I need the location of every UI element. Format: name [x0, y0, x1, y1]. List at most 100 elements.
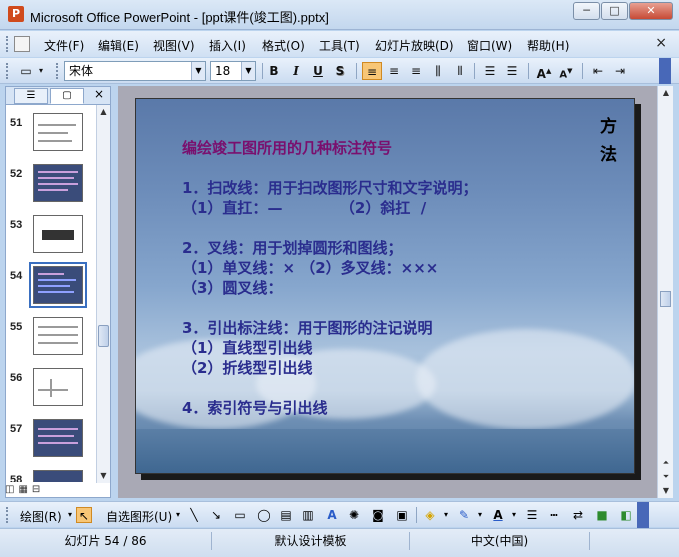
- maximize-button[interactable]: □: [601, 2, 628, 20]
- scroll-up-icon[interactable]: ▲: [97, 105, 110, 119]
- new-document-icon[interactable]: ▭: [16, 62, 36, 80]
- numbered-list-icon[interactable]: ☰: [480, 62, 500, 80]
- close-button[interactable]: ✕: [629, 2, 673, 20]
- slide-text-line[interactable]: （1）单叉线：× （2）多叉线：×××: [182, 257, 438, 278]
- line-color-icon[interactable]: ✎: [456, 507, 472, 523]
- autoshapes-menu-button[interactable]: 自选图形(U): [106, 508, 172, 525]
- font-name-select[interactable]: 宋体 ▼: [64, 61, 206, 81]
- scroll-down-icon[interactable]: ▼: [659, 484, 673, 498]
- slide-thumbnail-52[interactable]: 52: [6, 164, 96, 210]
- dash-style-icon[interactable]: ┅: [546, 507, 562, 523]
- slide-thumbnail-58[interactable]: 58: [6, 470, 96, 482]
- document-icon[interactable]: [14, 36, 30, 52]
- scroll-up-icon[interactable]: ▲: [659, 86, 673, 100]
- arrow-tool-icon[interactable]: ↘: [208, 507, 224, 523]
- current-slide[interactable]: 方 法 编绘竣工图所用的几种标注符号 1．扫改线：用于扫改图形尺寸和文字说明； …: [135, 98, 635, 474]
- slide-text-line[interactable]: 2．叉线：用于划掉圆形和图线；: [182, 237, 402, 258]
- shadow-style-icon[interactable]: ■: [594, 507, 610, 523]
- decrease-font-icon[interactable]: A▼: [556, 62, 576, 80]
- underline-button[interactable]: U: [308, 62, 328, 80]
- bulleted-list-icon[interactable]: ☰: [502, 62, 522, 80]
- menu-tools[interactable]: 工具(T): [319, 37, 360, 54]
- shadow-button[interactable]: S: [330, 62, 350, 80]
- slide-text-line[interactable]: （3）圆叉线：: [182, 277, 282, 298]
- chevron-down-icon[interactable]: ▾: [438, 507, 454, 523]
- slide-text-line[interactable]: （1）直线型引出线: [182, 337, 312, 358]
- font-color-icon[interactable]: A: [490, 507, 506, 523]
- chevron-down-icon[interactable]: ▾: [170, 507, 186, 523]
- slide-text-line[interactable]: 4．索引符号与引出线: [182, 397, 327, 418]
- slide-text-line[interactable]: （1）直扛：— （2）斜扛 /: [182, 197, 426, 218]
- bold-button[interactable]: B: [264, 62, 284, 80]
- powerpoint-app-icon[interactable]: P: [8, 6, 24, 22]
- pane-scroll-thumb[interactable]: [98, 325, 109, 347]
- italic-button[interactable]: I: [286, 62, 306, 80]
- chevron-down-icon[interactable]: ▼: [191, 62, 205, 80]
- align-right-icon[interactable]: ≡: [406, 62, 426, 80]
- toolbar-grip-2[interactable]: [56, 63, 59, 79]
- line-tool-icon[interactable]: ╲: [186, 507, 202, 523]
- menu-insert[interactable]: 插入(I): [209, 37, 246, 54]
- arrow-style-icon[interactable]: ⇄: [570, 507, 586, 523]
- slide-thumbnail-55[interactable]: 55: [6, 317, 96, 363]
- pane-close-button[interactable]: ×: [94, 87, 104, 101]
- slide-text-line[interactable]: 3．引出标注线：用于图形的注记说明: [182, 317, 432, 338]
- align-center-icon[interactable]: ≡: [384, 62, 404, 80]
- slide-sorter-view-icon[interactable]: ▦: [18, 484, 27, 498]
- insert-picture-icon[interactable]: ▣: [394, 507, 410, 523]
- chevron-down-icon[interactable]: ▾: [472, 507, 488, 523]
- vertical-textbox-icon[interactable]: ▥: [300, 507, 316, 523]
- distributed-align-icon[interactable]: ⫼: [428, 62, 448, 80]
- toolbar-overflow-button[interactable]: [659, 58, 671, 84]
- chevron-down-icon[interactable]: ▾: [506, 507, 522, 523]
- align-left-icon[interactable]: ≡: [362, 62, 382, 80]
- line-style-icon[interactable]: ☰: [524, 507, 540, 523]
- slide-thumbnail-53[interactable]: 53: [6, 215, 96, 261]
- slideshow-view-icon[interactable]: ⊟: [32, 484, 40, 498]
- increase-indent-icon[interactable]: ⇥: [610, 62, 630, 80]
- menu-edit[interactable]: 编辑(E): [98, 37, 139, 54]
- clipart-icon[interactable]: ◙: [370, 507, 386, 523]
- decrease-indent-icon[interactable]: ⇤: [588, 62, 608, 80]
- previous-slide-icon[interactable]: ⏶: [659, 456, 673, 470]
- next-slide-icon[interactable]: ⏷: [659, 470, 673, 484]
- chevron-down-icon[interactable]: ▼: [241, 62, 255, 80]
- textbox-tool-icon[interactable]: ▤: [278, 507, 294, 523]
- slide-thumbnail-56[interactable]: 56: [6, 368, 96, 414]
- slide-thumbnail-54[interactable]: 54: [6, 262, 96, 312]
- oval-tool-icon[interactable]: ◯: [256, 507, 272, 523]
- menu-format[interactable]: 格式(O): [262, 37, 305, 54]
- normal-view-icon[interactable]: ◫: [5, 484, 14, 498]
- document-close-button[interactable]: ×: [655, 35, 667, 51]
- slide-text-line[interactable]: （2）折线型引出线: [182, 357, 312, 378]
- slide-scrollbar[interactable]: ▲ ⏶ ⏷ ▼: [657, 86, 673, 498]
- menu-help[interactable]: 帮助(H): [527, 37, 569, 54]
- slide-heading[interactable]: 编绘竣工图所用的几种标注符号: [182, 137, 392, 158]
- toolbar-grip[interactable]: [6, 63, 9, 79]
- pane-scrollbar[interactable]: ▲ ▼: [96, 105, 110, 483]
- slide-thumbnail-57[interactable]: 57: [6, 419, 96, 465]
- menu-view[interactable]: 视图(V): [153, 37, 195, 54]
- draw-menu-button[interactable]: 绘图(R): [20, 508, 62, 525]
- slide-scroll-thumb[interactable]: [660, 291, 671, 307]
- menubar-grip[interactable]: [6, 36, 9, 52]
- increase-font-icon[interactable]: A▲: [534, 62, 554, 81]
- menu-file[interactable]: 文件(F): [44, 37, 84, 54]
- tab-slides[interactable]: ▢: [50, 88, 84, 104]
- menu-slideshow[interactable]: 幻灯片放映(D): [375, 37, 454, 54]
- toolbar-grip[interactable]: [6, 507, 9, 523]
- toolbar-options-icon[interactable]: ▾: [36, 62, 46, 80]
- menu-window[interactable]: 窗口(W): [467, 37, 512, 54]
- minimize-button[interactable]: ─: [573, 2, 600, 20]
- font-size-select[interactable]: 18 ▼: [210, 61, 256, 81]
- column-align-icon[interactable]: ⫴: [450, 62, 470, 80]
- scroll-down-icon[interactable]: ▼: [97, 469, 110, 483]
- wordart-icon[interactable]: A: [324, 507, 340, 523]
- rectangle-tool-icon[interactable]: ▭: [232, 507, 248, 523]
- slide-text-line[interactable]: 1．扫改线：用于扫改图形尺寸和文字说明；: [182, 177, 477, 198]
- design-template-name[interactable]: 默认设计模板: [212, 532, 410, 550]
- 3d-style-icon[interactable]: ◧: [618, 507, 634, 523]
- select-pointer-icon[interactable]: ↖: [76, 507, 92, 523]
- tab-outline[interactable]: ☰: [14, 88, 48, 104]
- diagram-icon[interactable]: ✺: [346, 507, 362, 523]
